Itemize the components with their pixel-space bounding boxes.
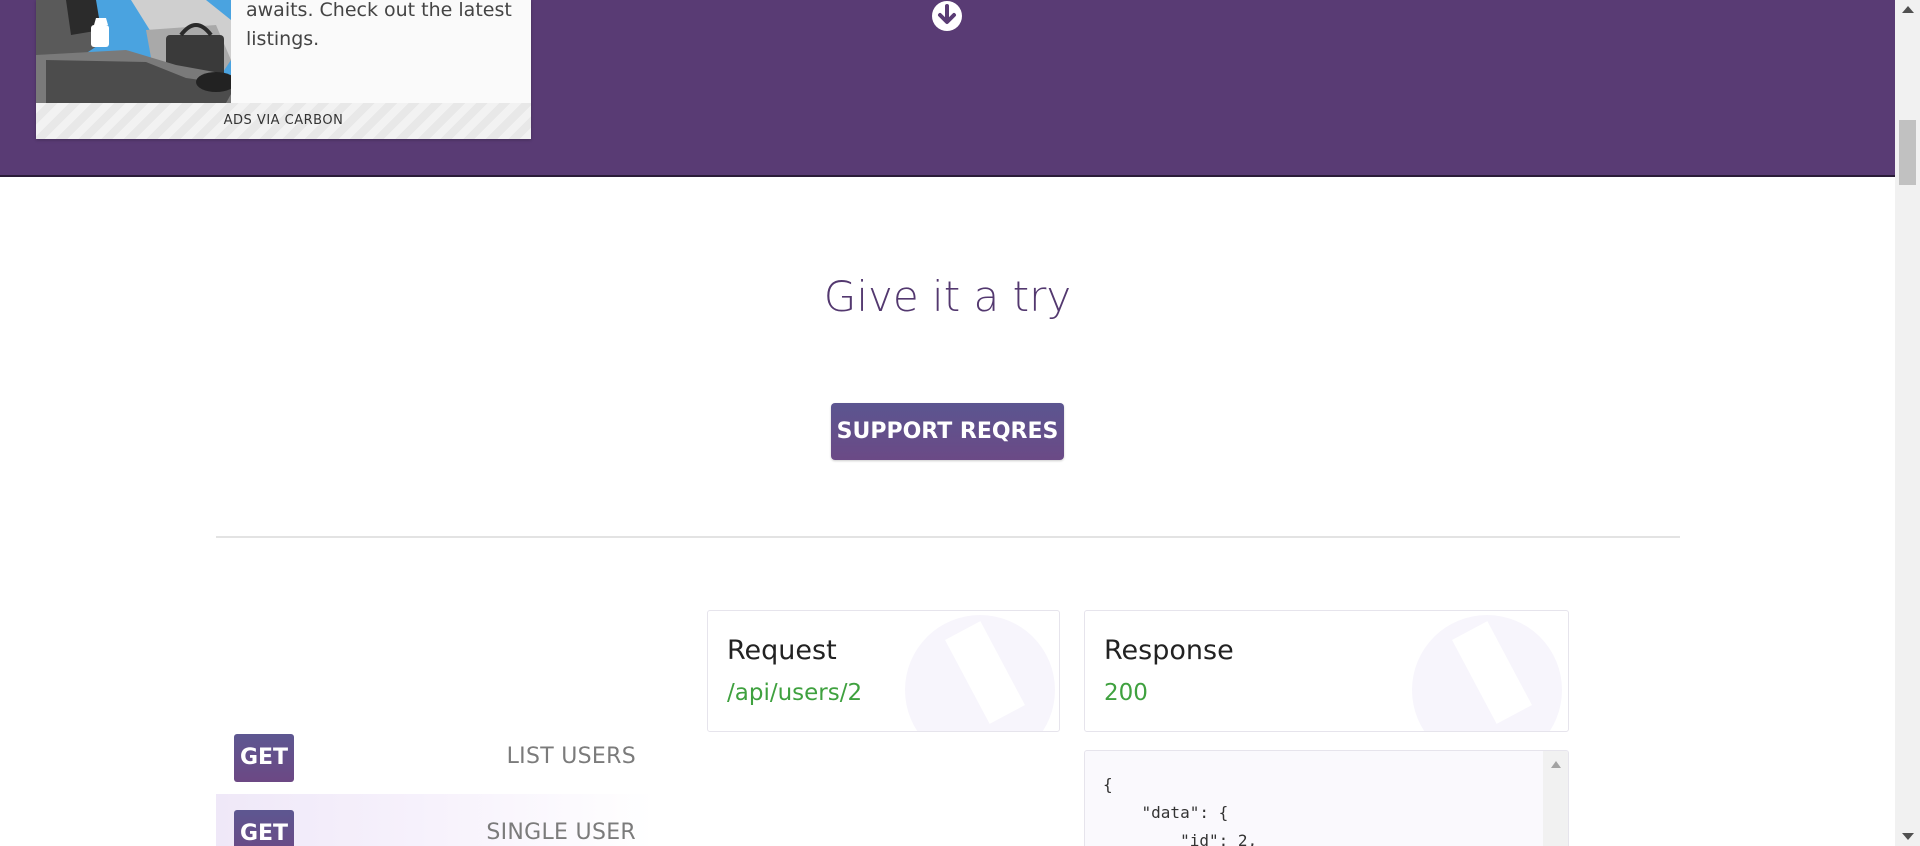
ad-text[interactable]: awaits. Check out the latest listings. [246,0,516,54]
reqres-logo-watermark-icon [1412,615,1562,731]
support-reqres-button[interactable]: SUPPORT REQRES [831,403,1064,460]
endpoint-label: LIST USERS [506,744,636,769]
ad-image[interactable] [36,0,231,103]
scroll-up-icon[interactable] [1551,761,1561,768]
response-body-scrollbar[interactable] [1543,751,1568,846]
page: awaits. Check out the latest listings. A… [0,0,1895,846]
scroll-up-icon[interactable] [1902,6,1914,13]
request-url[interactable]: /api/users/2 [727,680,862,706]
response-card: Response 200 [1084,610,1569,732]
scroll-down-icon[interactable] [1902,833,1914,840]
method-badge: GET [234,734,294,782]
response-status: 200 [1104,680,1148,706]
arrow-down-circle-icon[interactable] [931,0,963,32]
response-json[interactable]: { "data": { "id": 2, [1103,771,1257,846]
request-card: Request /api/users/2 [707,610,1060,732]
reqres-logo-watermark-icon [905,615,1055,731]
scrollbar-thumb[interactable] [1899,120,1916,185]
response-body[interactable]: { "data": { "id": 2, [1084,750,1569,846]
method-badge: GET [234,810,294,846]
endpoint-single-user[interactable]: GET SINGLE USER [216,794,656,846]
ad-footer[interactable]: ADS VIA CARBON [36,103,531,139]
request-title: Request [727,635,837,666]
section-title: Give it a try [823,272,1072,321]
endpoint-list-users[interactable]: GET LIST USERS [216,718,656,794]
divider [216,536,1680,538]
hero-band: awaits. Check out the latest listings. A… [0,0,1895,177]
endpoint-label: SINGLE USER [486,820,636,845]
response-title: Response [1104,635,1234,666]
carbon-ad[interactable]: awaits. Check out the latest listings. A… [36,0,531,139]
ad-footer-label[interactable]: ADS VIA CARBON [36,113,531,128]
page-scrollbar[interactable] [1895,0,1920,846]
